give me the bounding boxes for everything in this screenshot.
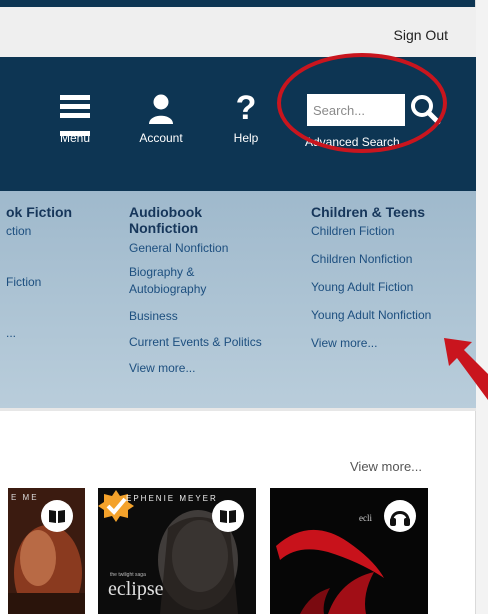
sign-out-link[interactable]: Sign Out [394,27,448,43]
genre-link-line: Biography & [129,265,195,279]
genre-link[interactable]: Children Fiction [311,224,431,238]
account-button[interactable]: Account [133,91,189,145]
book-title-fragment: E ME [11,493,39,502]
book-cover[interactable]: E ME [8,488,85,614]
main-nav: Menu Account ? Help Advanced Search [0,57,476,191]
genre-column: Children & Teens Children Fiction Childr… [311,204,431,350]
genre-column-title[interactable]: ok Fiction [6,204,72,220]
book-cover[interactable]: EPHENIE MEYER the twilight saga eclipse [98,488,256,614]
genre-column-title[interactable]: Audiobook Nonfiction [129,204,262,236]
advanced-search-link[interactable]: Advanced Search [305,135,400,149]
annotation-arrow [444,338,488,400]
genre-link[interactable]: Young Adult Fiction [311,280,431,294]
view-more-link[interactable]: View more... [350,459,422,474]
account-label: Account [139,131,183,145]
genre-link[interactable]: General Nonfiction [129,241,262,255]
genre-column: Audiobook Nonfiction General Nonfiction … [129,204,262,375]
search-button[interactable] [408,93,442,127]
genre-link[interactable]: Young Adult Nonfiction [311,308,431,322]
menu-icon-bar [60,95,90,100]
genre-title-line: Nonfiction [129,220,199,236]
genre-link[interactable]: Biography & Autobiography [129,264,262,298]
ebook-badge [41,500,73,532]
account-icon [149,94,173,124]
book-title-text: eclipse [108,578,164,600]
top-strip [0,0,476,7]
book-icon [49,510,65,523]
menu-button[interactable]: Menu [56,91,94,145]
menu-icon-bar [60,113,90,118]
genre-link[interactable]: ction [6,224,72,238]
genre-link-line: Autobiography [129,282,207,296]
genre-link[interactable]: Children Nonfiction [311,252,431,266]
search-input[interactable] [307,94,405,126]
menu-label: Menu [60,131,91,145]
help-label: Help [233,131,259,145]
help-button[interactable]: ? Help [228,91,264,145]
genre-title-line: Audiobook [129,204,203,220]
help-icon: ? [235,89,257,127]
genre-link[interactable]: Current Events & Politics [129,335,262,349]
genre-link[interactable]: View more... [311,336,431,350]
ebook-badge [212,500,244,532]
headphones-icon [390,511,410,526]
genre-link[interactable]: Business [129,309,262,323]
book-author-fragment: EPHENIE MEYER [126,494,218,503]
section-divider [0,408,476,411]
genre-link[interactable]: Fiction [6,275,72,289]
book-cover[interactable]: ecli [270,488,428,614]
audiobook-badge [384,500,416,532]
genre-column-title[interactable]: Children & Teens [311,204,431,220]
scrollbar[interactable] [475,0,488,614]
genre-link[interactable]: ... [6,326,72,340]
sign-out-bar: Sign Out [0,7,476,57]
book-icon [220,510,236,523]
genre-column: ok Fiction ction Fiction ... [6,204,72,340]
book-title-fragment: ecli [359,513,372,523]
search-icon [411,95,441,125]
genre-link[interactable]: View more... [129,361,262,375]
menu-icon-bar [60,104,90,109]
genre-dropdown: ok Fiction ction Fiction ... Audiobook N… [0,191,476,408]
